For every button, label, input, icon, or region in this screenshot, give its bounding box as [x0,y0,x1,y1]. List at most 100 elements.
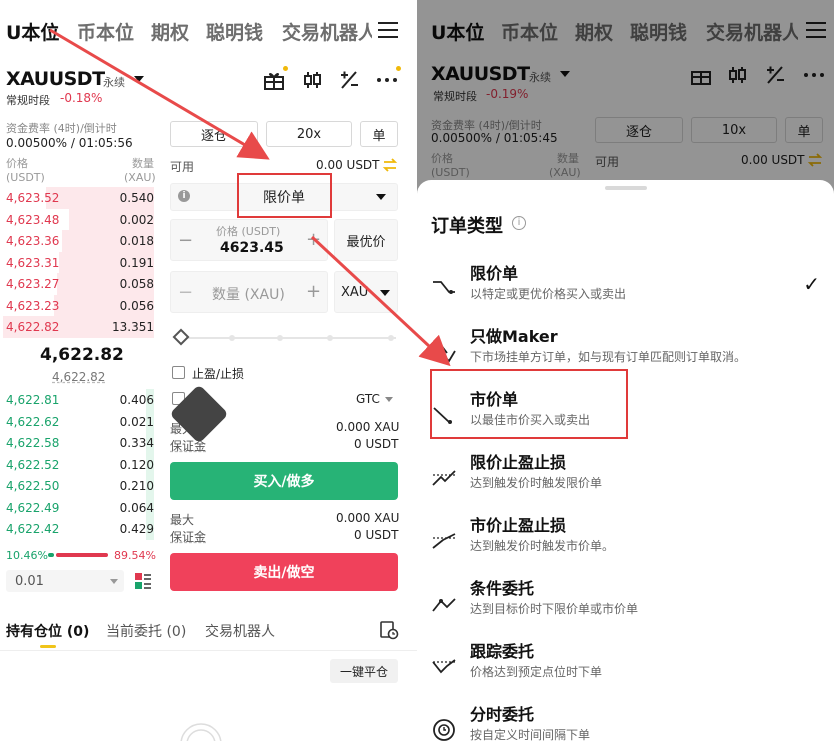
more-icon[interactable] [376,73,398,87]
leverage-button[interactable]: 20x [266,121,352,147]
slider-mark-50[interactable] [277,335,283,341]
ask-price[interactable]: 4,623.36 [6,234,59,248]
ask-price[interactable]: 4,623.27 [6,277,59,291]
annotation-box-order-type [237,173,332,218]
calculator-icon[interactable] [338,69,360,91]
ask-qty: 0.058 [119,277,154,291]
precision-value: 0.01 [15,573,44,589]
ask-row[interactable]: 4,623.27 0.058 [0,273,154,295]
bid-row[interactable]: 4,622.62 0.021 [0,410,154,433]
qty-slider-track[interactable] [186,337,396,339]
price-input-value[interactable]: 4623.45 [220,240,284,256]
ob-price-unit: (USDT) [6,171,45,184]
ask-qty: 0.191 [119,255,154,270]
ask-price[interactable]: 4,622.82 [6,320,59,334]
ask-row[interactable]: 4,623.23 0.056 [0,294,154,317]
symbol-name[interactable]: XAUUSDT [6,68,105,90]
menu-icon[interactable] [378,22,398,40]
tab-open-orders[interactable]: 当前委托 (0) [106,621,186,641]
transfer-icon[interactable] [382,157,398,173]
symbol-dropdown-icon[interactable] [134,76,144,82]
bid-qty: 0.064 [119,500,154,515]
margin-mode-button[interactable]: 逐仓 [170,121,258,147]
order-type-info-icon[interactable]: i [178,190,190,202]
bid-price[interactable]: 4,622.58 [6,436,59,450]
buy-long-button[interactable]: 买入/做多 [170,462,398,500]
order-type-option[interactable]: 市价止盈止损 达到触发价时触发市价单。 [417,512,834,574]
bid-price[interactable]: 4,622.49 [6,501,59,515]
order-type-dropdown-icon[interactable] [376,194,386,200]
ask-row[interactable]: 4,623.36 0.018 [0,230,154,252]
tab-trading-bot[interactable]: 交易机器人 [282,18,372,45]
gtc-dropdown-icon[interactable] [385,397,393,402]
best-price-button[interactable]: 最优价 [334,219,398,261]
candlestick-icon[interactable] [301,69,323,91]
qty-minus-icon[interactable]: − [178,282,193,303]
ob-price-header: 价格 (USDT) [6,157,45,185]
tpsl-checkbox[interactable] [172,366,185,379]
bid-price[interactable]: 4,622.81 [6,393,59,407]
slider-mark-25[interactable] [229,335,235,341]
ask-row[interactable]: 4,623.48 0.002 [0,208,154,231]
qty-plus-icon[interactable]: + [306,281,321,302]
tab-positions[interactable]: 持有仓位 (0) [6,621,89,641]
qty-slider-handle[interactable] [172,328,190,346]
gift-badge [283,66,288,71]
ask-row[interactable]: 4,622.82 13.351 [0,316,154,338]
order-type-option[interactable]: 跟踪委托 价格达到预定点位时下单 [417,638,834,700]
qty-unit-dropdown-icon[interactable] [380,290,390,296]
ask-price[interactable]: 4,623.23 [6,299,59,313]
close-all-button[interactable]: 一键平仓 [330,659,398,683]
slider-mark-100[interactable] [388,335,394,341]
bid-row[interactable]: 4,622.50 0.210 [0,475,154,497]
orderbook-layout-icon[interactable] [134,572,152,590]
order-type-option[interactable]: 条件委托 达到目标价时下限价单或市价单 [417,575,834,637]
bid-row[interactable]: 4,622.81 0.406 [0,389,154,411]
order-type-option[interactable]: 限价单 以特定或更优价格买入或卖出 [417,260,834,322]
sheet-drag-handle[interactable] [605,186,647,190]
option-description: 下市场挂单方订单，如与现有订单匹配则订单取消。 [470,350,747,364]
max-sell-value: 0.000 XAU [336,511,400,525]
sell-short-button[interactable]: 卖出/做空 [170,553,398,591]
annotation-box-market-order [430,369,628,439]
price-minus-icon[interactable]: − [178,230,193,251]
last-price[interactable]: 4,622.82 [40,345,124,365]
tab-options[interactable]: 期权 [151,18,189,45]
bid-price[interactable]: 4,622.52 [6,458,59,472]
limit-tpsl-icon-svg [432,470,456,486]
ask-row[interactable]: 4,623.31 0.191 [0,251,154,274]
sell-ratio: 89.54% [114,549,156,562]
ask-row[interactable]: 4,623.52 0.540 [0,187,154,209]
slider-mark-75[interactable] [327,335,333,341]
bid-row[interactable]: 4,622.58 0.334 [0,432,154,454]
bid-row[interactable]: 4,622.52 0.120 [0,453,154,476]
ask-price[interactable]: 4,623.48 [6,213,59,227]
order-type-option[interactable]: 分时委托 按自定义时间间隔下单 [417,701,834,741]
ask-price[interactable]: 4,623.31 [6,256,59,270]
tab-smart-money[interactable]: 聪明钱 [206,18,263,45]
order-history-icon[interactable] [379,620,399,640]
quantity-placeholder[interactable]: 数量 (XAU) [212,284,285,304]
order-type-option[interactable]: 限价止盈止损 达到触发价时触发限价单 [417,449,834,511]
tab-bots[interactable]: 交易机器人 [205,621,275,641]
time-in-force-select[interactable]: GTC [356,392,380,406]
position-mode-button[interactable]: 单 [360,121,398,147]
bid-row[interactable]: 4,622.42 0.429 [0,518,154,540]
ask-price[interactable]: 4,623.52 [6,191,59,205]
option-description: 达到触发价时触发市价单。 [470,539,615,553]
bid-price[interactable]: 4,622.62 [6,415,59,429]
tabs-divider [0,650,417,651]
precision-dropdown-icon[interactable] [110,579,118,584]
bid-price[interactable]: 4,622.42 [6,522,59,536]
precision-select[interactable]: 0.01 [6,570,124,592]
mark-price[interactable]: 4,622.82 [52,370,105,384]
bid-row[interactable]: 4,622.49 0.064 [0,496,154,519]
gift-icon[interactable] [262,69,286,91]
info-icon[interactable]: i [512,216,526,230]
tpsl-label[interactable]: 止盈/止损 [192,365,244,382]
trade-panel-left: U本位 币本位 期权 聪明钱 交易机器人 XAUUSDT 永续 常规时段 -0.… [0,0,417,741]
bid-price[interactable]: 4,622.50 [6,479,59,493]
tab-coin-margined[interactable]: 币本位 [77,18,134,45]
price-plus-icon[interactable]: + [306,229,321,250]
tab-u-margined[interactable]: U本位 [6,18,59,45]
